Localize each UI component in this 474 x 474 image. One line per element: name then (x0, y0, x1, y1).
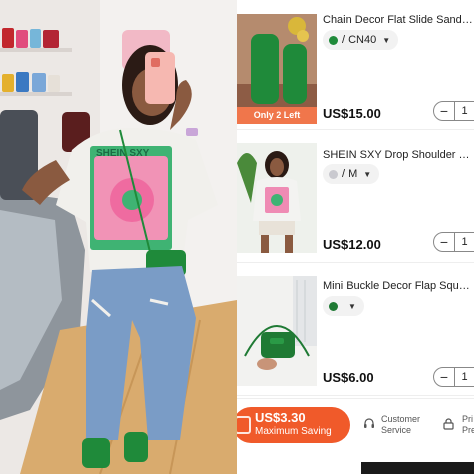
maximum-saving-button[interactable]: US$3.30 Maximum Saving (237, 407, 350, 443)
variant-label: / CN40 (342, 34, 377, 46)
bag-image (237, 276, 317, 386)
lock-icon (443, 418, 454, 430)
tshirt-model-image (237, 143, 317, 253)
saving-label: Maximum Saving (255, 426, 332, 437)
chevron-down-icon: ▼ (363, 169, 372, 179)
item-title[interactable]: SHEIN SXY Drop Shoulder Lette... (323, 149, 474, 161)
quantity-stepper[interactable]: − 1 (433, 367, 474, 387)
variant-label: / M (342, 168, 358, 180)
item-thumbnail[interactable] (237, 276, 317, 386)
quantity-value[interactable]: 1 (454, 102, 474, 120)
color-swatch (329, 301, 338, 311)
stock-badge: Only 2 Left (237, 107, 317, 124)
quantity-value[interactable]: 1 (454, 233, 474, 251)
photo-illustration: SHEIN SXY (0, 0, 237, 474)
item-title[interactable]: Mini Buckle Decor Flap Square... (323, 280, 474, 292)
variant-selector[interactable]: ▼ (323, 296, 364, 316)
customer-service-label-line2: Service (381, 425, 412, 435)
quantity-stepper[interactable]: − 1 (433, 232, 474, 252)
privacy-label-line1: Pri (462, 414, 473, 424)
product-photo: SHEIN SXY (0, 0, 237, 474)
color-swatch (329, 169, 338, 179)
cart-item[interactable]: Mini Buckle Decor Flap Square... ▼ US$6.… (237, 266, 474, 396)
color-swatch (329, 35, 338, 45)
cart-item[interactable]: SHEIN SXY Drop Shoulder Lette... / M ▼ U… (237, 133, 474, 263)
item-thumbnail[interactable]: Only 2 Left (237, 14, 317, 124)
decrement-button[interactable]: − (434, 233, 454, 251)
customer-service-link[interactable]: Customer Service (361, 412, 429, 442)
privacy-label-line2: Pre (462, 425, 474, 435)
chevron-down-icon: ▼ (382, 35, 391, 45)
bottom-bar: US$3.30 Maximum Saving Customer Service … (237, 398, 474, 450)
customer-service-label-line1: Customer (381, 414, 421, 424)
variant-selector[interactable]: / M ▼ (323, 164, 380, 184)
cart-panel: Only 2 Left Chain Decor Flat Slide Sanda… (237, 0, 474, 474)
logo-icon (237, 416, 251, 434)
decrement-button[interactable]: − (434, 102, 454, 120)
item-thumbnail[interactable] (237, 143, 317, 253)
headset-icon (364, 418, 374, 428)
saving-amount: US$3.30 (255, 410, 306, 425)
variant-selector[interactable]: / CN40 ▼ (323, 30, 399, 50)
item-price: US$6.00 (323, 370, 374, 385)
decrement-button[interactable]: − (434, 368, 454, 386)
cart-item[interactable]: Only 2 Left Chain Decor Flat Slide Sanda… (237, 0, 474, 130)
checkout-bar-edge[interactable] (361, 462, 474, 474)
shirt-graphic-text: SHEIN SXY (96, 148, 150, 159)
quantity-value[interactable]: 1 (454, 368, 474, 386)
chevron-down-icon: ▼ (348, 301, 356, 311)
item-title[interactable]: Chain Decor Flat Slide Sandals (323, 14, 474, 26)
item-price: US$12.00 (323, 237, 381, 252)
quantity-stepper[interactable]: − 1 (433, 101, 474, 121)
item-price: US$15.00 (323, 106, 381, 121)
privacy-link[interactable]: Pri Pre (441, 412, 474, 442)
